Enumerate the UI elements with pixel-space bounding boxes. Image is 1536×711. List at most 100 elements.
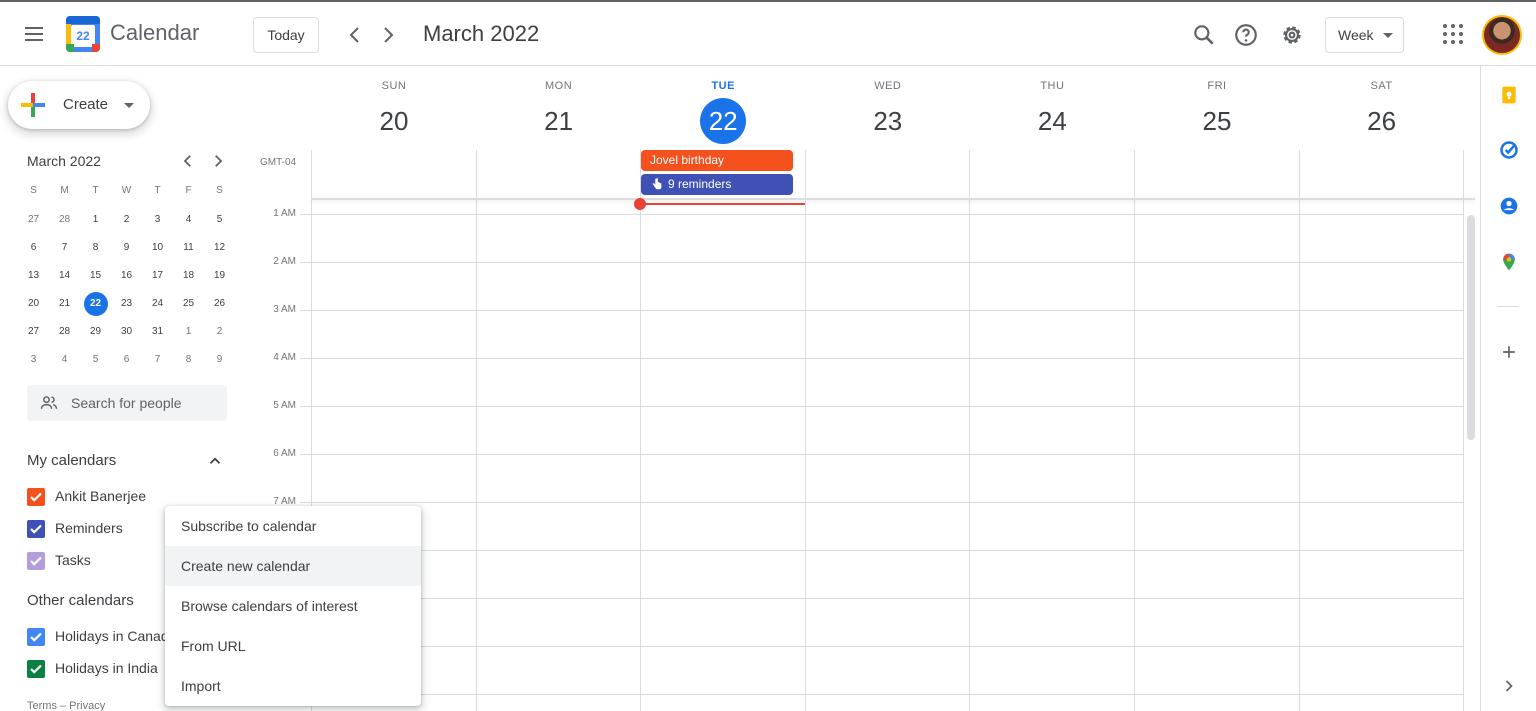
view-selector[interactable]: Week bbox=[1325, 17, 1404, 53]
terms-privacy-links[interactable]: Terms – Privacy bbox=[27, 700, 105, 711]
mini-calendar-day[interactable]: 18 bbox=[173, 262, 204, 290]
calendar-checkbox[interactable] bbox=[27, 488, 45, 506]
calendar-checkbox[interactable] bbox=[27, 552, 45, 570]
mini-calendar-day-number: 4 bbox=[185, 214, 192, 225]
mini-calendar-next-button[interactable] bbox=[209, 152, 227, 170]
mini-calendar-day[interactable]: 10 bbox=[142, 234, 173, 262]
maps-icon[interactable] bbox=[1499, 252, 1519, 272]
mini-calendar-day[interactable]: 6 bbox=[111, 346, 142, 374]
menu-item-subscribe-to-calendar[interactable]: Subscribe to calendar bbox=[165, 506, 421, 546]
day-header-mon[interactable]: MON 21 bbox=[477, 80, 641, 144]
expand-panel-icon[interactable] bbox=[1499, 676, 1519, 696]
date-number[interactable]: 23 bbox=[865, 98, 911, 144]
mini-calendar-day-number: 17 bbox=[151, 270, 164, 281]
today-date-number[interactable]: 22 bbox=[700, 98, 747, 144]
mini-calendar-day[interactable]: 3 bbox=[18, 346, 49, 374]
tasks-icon[interactable] bbox=[1499, 140, 1519, 160]
mini-calendar-day[interactable]: 30 bbox=[111, 318, 142, 346]
mini-calendar-day[interactable]: 9 bbox=[111, 234, 142, 262]
mini-calendar-day[interactable]: 6 bbox=[18, 234, 49, 262]
mini-calendar-day[interactable]: 1 bbox=[80, 206, 111, 234]
calendar-checkbox[interactable] bbox=[27, 628, 45, 646]
calendar-checkbox[interactable] bbox=[27, 660, 45, 678]
menu-item-create-new-calendar[interactable]: Create new calendar bbox=[165, 546, 421, 586]
mini-calendar-day[interactable]: 5 bbox=[80, 346, 111, 374]
mini-calendar-day[interactable]: 29 bbox=[80, 318, 111, 346]
next-week-button[interactable] bbox=[376, 23, 400, 47]
help-icon[interactable] bbox=[1233, 22, 1259, 48]
mini-calendar-day[interactable]: 5 bbox=[204, 206, 235, 234]
event-jovel-birthday[interactable]: Jovel birthday bbox=[641, 150, 793, 171]
event-reminders[interactable]: 9 reminders bbox=[641, 174, 793, 195]
menu-item-browse-calendars-of-interest[interactable]: Browse calendars of interest bbox=[165, 586, 421, 626]
mini-calendar-day[interactable]: 4 bbox=[173, 206, 204, 234]
mini-calendar-day[interactable]: 11 bbox=[173, 234, 204, 262]
avatar[interactable] bbox=[1482, 15, 1522, 55]
collapse-my-calendars-button[interactable] bbox=[206, 452, 224, 470]
date-number[interactable]: 20 bbox=[371, 98, 417, 144]
day-column-divider bbox=[969, 150, 970, 711]
date-number[interactable]: 26 bbox=[1359, 98, 1405, 144]
mini-calendar-day[interactable]: 12 bbox=[204, 234, 235, 262]
other-calendars-title[interactable]: Other calendars bbox=[27, 592, 134, 609]
mini-calendar-day[interactable]: 13 bbox=[18, 262, 49, 290]
mini-calendar-day[interactable]: 7 bbox=[49, 234, 80, 262]
mini-calendar-day[interactable]: 31 bbox=[142, 318, 173, 346]
mini-calendar-day[interactable]: 28 bbox=[49, 318, 80, 346]
mini-calendar-day[interactable]: 15 bbox=[80, 262, 111, 290]
calendar-list-item[interactable]: Ankit Banerjee bbox=[27, 486, 227, 508]
apps-icon[interactable] bbox=[1443, 24, 1463, 44]
day-header-sun[interactable]: SUN 20 bbox=[312, 80, 476, 144]
mini-calendar-day[interactable]: 4 bbox=[49, 346, 80, 374]
chevron-right-icon bbox=[384, 27, 394, 43]
menu-item-from-url[interactable]: From URL bbox=[165, 626, 421, 666]
date-number[interactable]: 21 bbox=[536, 98, 582, 144]
mini-calendar-day[interactable]: 27 bbox=[18, 318, 49, 346]
mini-calendar-day[interactable]: 16 bbox=[111, 262, 142, 290]
mini-calendar-day[interactable]: 8 bbox=[173, 346, 204, 374]
mini-calendar-day-number: 12 bbox=[213, 242, 226, 253]
my-calendars-title[interactable]: My calendars bbox=[27, 452, 116, 469]
day-header-fri[interactable]: FRI 25 bbox=[1135, 80, 1299, 144]
mini-calendar-day[interactable]: 21 bbox=[49, 290, 80, 318]
menu-item-import[interactable]: Import bbox=[165, 666, 421, 706]
mini-calendar-day[interactable]: 24 bbox=[142, 290, 173, 318]
search-icon[interactable] bbox=[1191, 22, 1217, 48]
keep-icon[interactable] bbox=[1499, 85, 1519, 105]
settings-icon[interactable] bbox=[1279, 22, 1305, 48]
today-button[interactable]: Today bbox=[253, 17, 319, 53]
mini-calendar-day[interactable]: 25 bbox=[173, 290, 204, 318]
mini-calendar-day[interactable]: 2 bbox=[204, 318, 235, 346]
previous-week-button[interactable] bbox=[343, 23, 367, 47]
mini-calendar-day[interactable]: 28 bbox=[49, 206, 80, 234]
mini-calendar-day[interactable]: 26 bbox=[204, 290, 235, 318]
mini-calendar-day[interactable]: 17 bbox=[142, 262, 173, 290]
menu-icon[interactable] bbox=[22, 22, 46, 46]
grid-scrollbar[interactable] bbox=[1467, 215, 1475, 440]
mini-calendar-day[interactable]: 19 bbox=[204, 262, 235, 290]
day-header-tue[interactable]: TUE 22 bbox=[641, 80, 805, 144]
mini-calendar-day[interactable]: 9 bbox=[204, 346, 235, 374]
mini-calendar-day[interactable]: 20 bbox=[18, 290, 49, 318]
create-button[interactable]: Create bbox=[8, 81, 150, 129]
mini-calendar-day[interactable]: 3 bbox=[142, 206, 173, 234]
mini-calendar-day[interactable]: 14 bbox=[49, 262, 80, 290]
mini-calendar-day[interactable]: 23 bbox=[111, 290, 142, 318]
contacts-icon[interactable] bbox=[1499, 196, 1519, 216]
date-number[interactable]: 25 bbox=[1194, 98, 1240, 144]
mini-calendar-day[interactable]: 2 bbox=[111, 206, 142, 234]
day-header-thu[interactable]: THU 24 bbox=[970, 80, 1134, 144]
day-header-wed[interactable]: WED 23 bbox=[806, 80, 970, 144]
mini-calendar-day[interactable]: 1 bbox=[173, 318, 204, 346]
mini-calendar-prev-button[interactable] bbox=[179, 152, 197, 170]
date-number[interactable]: 24 bbox=[1029, 98, 1075, 144]
day-header-sat[interactable]: SAT 26 bbox=[1300, 80, 1464, 144]
mini-calendar-day-number: 27 bbox=[27, 326, 40, 337]
mini-calendar-day[interactable]: 27 bbox=[18, 206, 49, 234]
mini-calendar-day[interactable]: 7 bbox=[142, 346, 173, 374]
mini-calendar-today[interactable]: 22 bbox=[80, 290, 111, 318]
add-addon-icon[interactable] bbox=[1499, 342, 1519, 362]
search-people-input[interactable]: Search for people bbox=[27, 385, 227, 421]
mini-calendar-day[interactable]: 8 bbox=[80, 234, 111, 262]
calendar-checkbox[interactable] bbox=[27, 520, 45, 538]
